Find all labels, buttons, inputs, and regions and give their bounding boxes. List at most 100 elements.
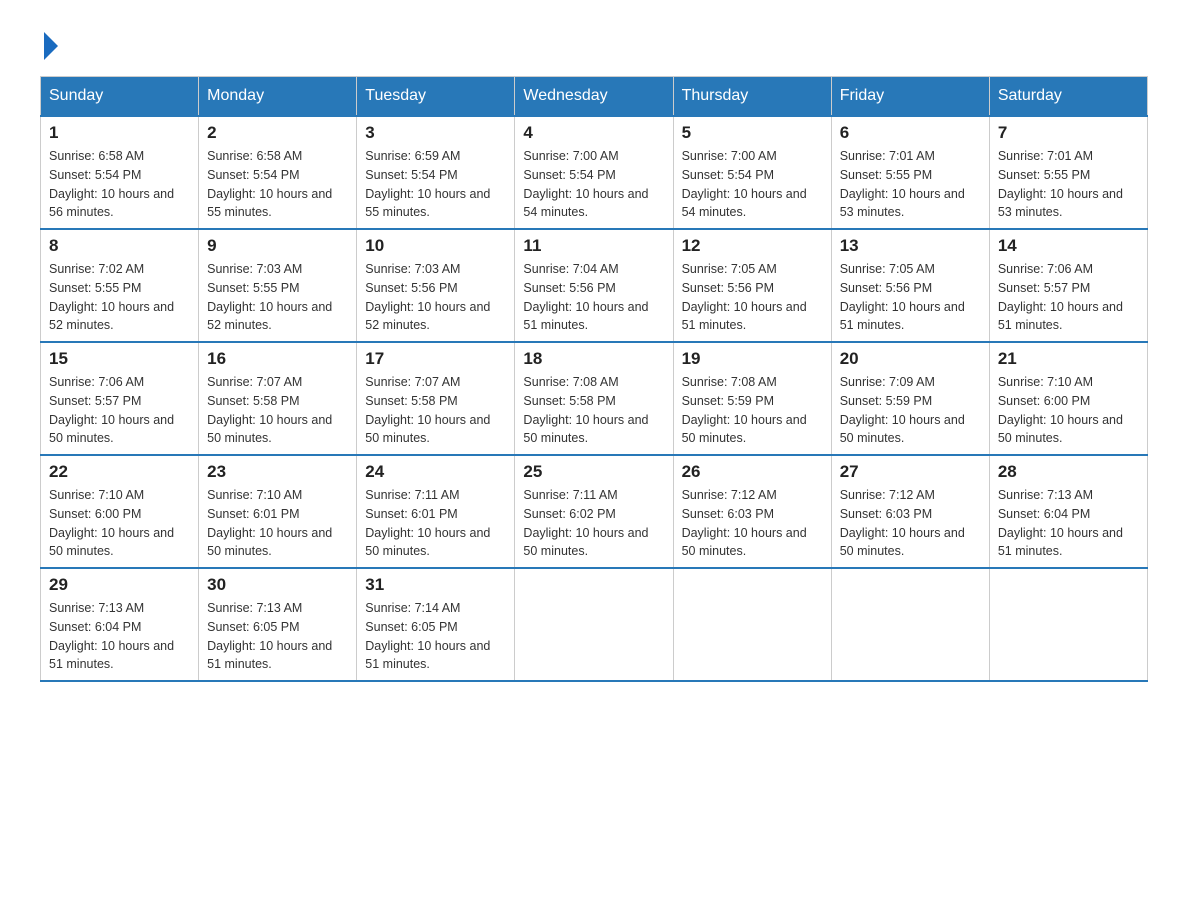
calendar-cell: 5 Sunrise: 7:00 AMSunset: 5:54 PMDaylight…	[673, 116, 831, 229]
calendar-cell: 24 Sunrise: 7:11 AMSunset: 6:01 PMDayligh…	[357, 455, 515, 568]
day-info: Sunrise: 7:06 AMSunset: 5:57 PMDaylight:…	[49, 373, 190, 448]
day-number: 27	[840, 462, 981, 482]
day-info: Sunrise: 6:58 AMSunset: 5:54 PMDaylight:…	[207, 147, 348, 222]
calendar-header-sunday: Sunday	[41, 77, 199, 117]
calendar-cell: 2 Sunrise: 6:58 AMSunset: 5:54 PMDaylight…	[199, 116, 357, 229]
calendar-header-thursday: Thursday	[673, 77, 831, 117]
calendar-header-wednesday: Wednesday	[515, 77, 673, 117]
day-number: 3	[365, 123, 506, 143]
day-number: 23	[207, 462, 348, 482]
calendar-cell: 21 Sunrise: 7:10 AMSunset: 6:00 PMDayligh…	[989, 342, 1147, 455]
calendar-table: SundayMondayTuesdayWednesdayThursdayFrid…	[40, 76, 1148, 682]
day-info: Sunrise: 7:13 AMSunset: 6:04 PMDaylight:…	[49, 599, 190, 674]
day-info: Sunrise: 7:10 AMSunset: 6:00 PMDaylight:…	[998, 373, 1139, 448]
day-info: Sunrise: 7:08 AMSunset: 5:58 PMDaylight:…	[523, 373, 664, 448]
calendar-cell: 18 Sunrise: 7:08 AMSunset: 5:58 PMDayligh…	[515, 342, 673, 455]
calendar-cell: 6 Sunrise: 7:01 AMSunset: 5:55 PMDaylight…	[831, 116, 989, 229]
day-number: 20	[840, 349, 981, 369]
day-info: Sunrise: 7:11 AMSunset: 6:01 PMDaylight:…	[365, 486, 506, 561]
calendar-cell: 12 Sunrise: 7:05 AMSunset: 5:56 PMDayligh…	[673, 229, 831, 342]
calendar-cell: 19Sunrise: 7:08 AMSunset: 5:59 PMDayligh…	[673, 342, 831, 455]
day-number: 19	[682, 349, 823, 369]
day-info: Sunrise: 7:10 AMSunset: 6:00 PMDaylight:…	[49, 486, 190, 561]
day-number: 21	[998, 349, 1139, 369]
day-info: Sunrise: 7:13 AMSunset: 6:04 PMDaylight:…	[998, 486, 1139, 561]
logo	[40, 30, 58, 56]
day-number: 18	[523, 349, 664, 369]
calendar-cell: 22 Sunrise: 7:10 AMSunset: 6:00 PMDayligh…	[41, 455, 199, 568]
day-info: Sunrise: 7:04 AMSunset: 5:56 PMDaylight:…	[523, 260, 664, 335]
day-number: 9	[207, 236, 348, 256]
day-info: Sunrise: 7:07 AMSunset: 5:58 PMDaylight:…	[207, 373, 348, 448]
day-number: 4	[523, 123, 664, 143]
calendar-cell	[515, 568, 673, 681]
calendar-header-saturday: Saturday	[989, 77, 1147, 117]
calendar-cell: 11 Sunrise: 7:04 AMSunset: 5:56 PMDayligh…	[515, 229, 673, 342]
day-number: 29	[49, 575, 190, 595]
day-number: 15	[49, 349, 190, 369]
day-number: 1	[49, 123, 190, 143]
calendar-header-tuesday: Tuesday	[357, 77, 515, 117]
day-number: 16	[207, 349, 348, 369]
calendar-cell: 4 Sunrise: 7:00 AMSunset: 5:54 PMDaylight…	[515, 116, 673, 229]
calendar-cell: 9 Sunrise: 7:03 AMSunset: 5:55 PMDaylight…	[199, 229, 357, 342]
calendar-cell: 26 Sunrise: 7:12 AMSunset: 6:03 PMDayligh…	[673, 455, 831, 568]
calendar-cell: 20Sunrise: 7:09 AMSunset: 5:59 PMDayligh…	[831, 342, 989, 455]
day-number: 31	[365, 575, 506, 595]
day-number: 25	[523, 462, 664, 482]
day-number: 11	[523, 236, 664, 256]
day-number: 26	[682, 462, 823, 482]
day-info: Sunrise: 7:01 AMSunset: 5:55 PMDaylight:…	[998, 147, 1139, 222]
day-info: Sunrise: 7:05 AMSunset: 5:56 PMDaylight:…	[840, 260, 981, 335]
day-info: Sunrise: 7:07 AMSunset: 5:58 PMDaylight:…	[365, 373, 506, 448]
calendar-week-row: 1 Sunrise: 6:58 AMSunset: 5:54 PMDaylight…	[41, 116, 1148, 229]
calendar-cell: 3 Sunrise: 6:59 AMSunset: 5:54 PMDaylight…	[357, 116, 515, 229]
calendar-cell: 28 Sunrise: 7:13 AMSunset: 6:04 PMDayligh…	[989, 455, 1147, 568]
day-number: 6	[840, 123, 981, 143]
day-info: Sunrise: 7:10 AMSunset: 6:01 PMDaylight:…	[207, 486, 348, 561]
calendar-cell: 29 Sunrise: 7:13 AMSunset: 6:04 PMDayligh…	[41, 568, 199, 681]
calendar-cell: 7 Sunrise: 7:01 AMSunset: 5:55 PMDaylight…	[989, 116, 1147, 229]
calendar-cell	[673, 568, 831, 681]
day-number: 22	[49, 462, 190, 482]
calendar-cell: 31 Sunrise: 7:14 AMSunset: 6:05 PMDayligh…	[357, 568, 515, 681]
calendar-cell: 30 Sunrise: 7:13 AMSunset: 6:05 PMDayligh…	[199, 568, 357, 681]
calendar-cell: 1 Sunrise: 6:58 AMSunset: 5:54 PMDaylight…	[41, 116, 199, 229]
calendar-cell: 17 Sunrise: 7:07 AMSunset: 5:58 PMDayligh…	[357, 342, 515, 455]
day-number: 13	[840, 236, 981, 256]
calendar-cell: 15 Sunrise: 7:06 AMSunset: 5:57 PMDayligh…	[41, 342, 199, 455]
calendar-header-row: SundayMondayTuesdayWednesdayThursdayFrid…	[41, 77, 1148, 117]
calendar-cell: 25Sunrise: 7:11 AMSunset: 6:02 PMDayligh…	[515, 455, 673, 568]
day-number: 28	[998, 462, 1139, 482]
day-number: 12	[682, 236, 823, 256]
day-info: Sunrise: 7:00 AMSunset: 5:54 PMDaylight:…	[682, 147, 823, 222]
day-info: Sunrise: 7:02 AMSunset: 5:55 PMDaylight:…	[49, 260, 190, 335]
day-info: Sunrise: 7:14 AMSunset: 6:05 PMDaylight:…	[365, 599, 506, 674]
day-number: 24	[365, 462, 506, 482]
calendar-cell: 16 Sunrise: 7:07 AMSunset: 5:58 PMDayligh…	[199, 342, 357, 455]
day-info: Sunrise: 7:12 AMSunset: 6:03 PMDaylight:…	[682, 486, 823, 561]
day-info: Sunrise: 7:01 AMSunset: 5:55 PMDaylight:…	[840, 147, 981, 222]
day-info: Sunrise: 6:59 AMSunset: 5:54 PMDaylight:…	[365, 147, 506, 222]
calendar-cell: 8Sunrise: 7:02 AMSunset: 5:55 PMDaylight…	[41, 229, 199, 342]
calendar-week-row: 8Sunrise: 7:02 AMSunset: 5:55 PMDaylight…	[41, 229, 1148, 342]
day-number: 30	[207, 575, 348, 595]
day-info: Sunrise: 7:12 AMSunset: 6:03 PMDaylight:…	[840, 486, 981, 561]
calendar-cell: 27 Sunrise: 7:12 AMSunset: 6:03 PMDayligh…	[831, 455, 989, 568]
day-info: Sunrise: 7:06 AMSunset: 5:57 PMDaylight:…	[998, 260, 1139, 335]
day-number: 5	[682, 123, 823, 143]
day-number: 7	[998, 123, 1139, 143]
calendar-header-monday: Monday	[199, 77, 357, 117]
day-info: Sunrise: 7:05 AMSunset: 5:56 PMDaylight:…	[682, 260, 823, 335]
day-number: 14	[998, 236, 1139, 256]
day-info: Sunrise: 6:58 AMSunset: 5:54 PMDaylight:…	[49, 147, 190, 222]
day-number: 17	[365, 349, 506, 369]
calendar-cell: 23 Sunrise: 7:10 AMSunset: 6:01 PMDayligh…	[199, 455, 357, 568]
day-info: Sunrise: 7:00 AMSunset: 5:54 PMDaylight:…	[523, 147, 664, 222]
day-info: Sunrise: 7:03 AMSunset: 5:55 PMDaylight:…	[207, 260, 348, 335]
day-info: Sunrise: 7:13 AMSunset: 6:05 PMDaylight:…	[207, 599, 348, 674]
page-header	[40, 30, 1148, 56]
calendar-week-row: 15 Sunrise: 7:06 AMSunset: 5:57 PMDayligh…	[41, 342, 1148, 455]
day-number: 2	[207, 123, 348, 143]
day-info: Sunrise: 7:03 AMSunset: 5:56 PMDaylight:…	[365, 260, 506, 335]
